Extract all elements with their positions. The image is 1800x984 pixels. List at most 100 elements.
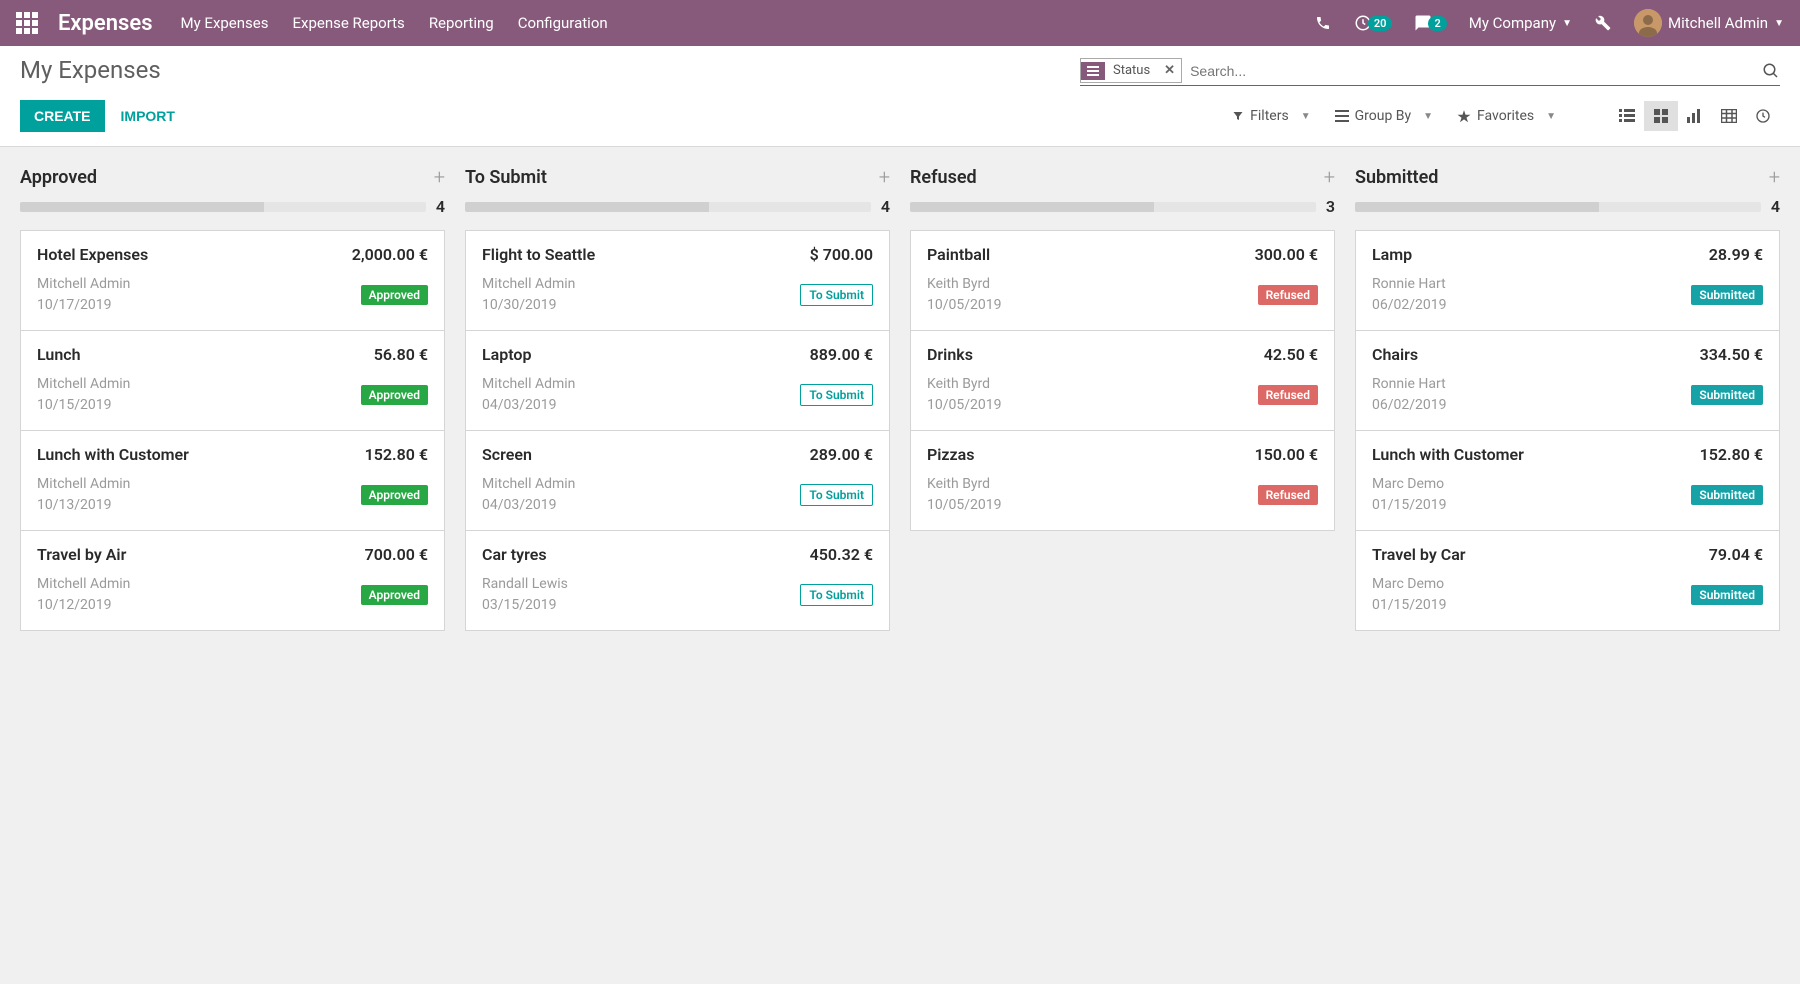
phone-icon[interactable] bbox=[1314, 14, 1332, 32]
menu-my-expenses[interactable]: My Expenses bbox=[181, 14, 269, 32]
card-meta: Mitchell Admin04/03/2019 bbox=[482, 474, 575, 516]
chevron-down-icon: ▼ bbox=[1562, 18, 1572, 29]
column-count: 4 bbox=[436, 197, 445, 216]
search-icon[interactable] bbox=[1762, 62, 1780, 80]
groupby-button[interactable]: Group By ▼ bbox=[1335, 108, 1433, 124]
expense-card[interactable]: Hotel Expenses 2,000.00 € Mitchell Admin… bbox=[21, 231, 444, 331]
card-amount: 150.00 € bbox=[1255, 445, 1318, 464]
debug-icon[interactable] bbox=[1594, 14, 1612, 32]
search-area: Status ✕ bbox=[1080, 56, 1780, 86]
import-button[interactable]: IMPORT bbox=[121, 108, 175, 124]
expense-card[interactable]: Lunch with Customer 152.80 € Mitchell Ad… bbox=[21, 431, 444, 531]
chevron-down-icon: ▼ bbox=[1301, 111, 1311, 122]
column-title: To Submit bbox=[465, 167, 547, 188]
menu-configuration[interactable]: Configuration bbox=[518, 14, 608, 32]
card-amount: 152.80 € bbox=[1700, 445, 1763, 464]
card-amount: 42.50 € bbox=[1264, 345, 1318, 364]
card-meta: Mitchell Admin10/30/2019 bbox=[482, 274, 575, 316]
view-list[interactable] bbox=[1610, 101, 1644, 131]
card-meta: Marc Demo01/15/2019 bbox=[1372, 574, 1447, 616]
column-title: Refused bbox=[910, 167, 977, 188]
expense-card[interactable]: Flight to Seattle $ 700.00 Mitchell Admi… bbox=[466, 231, 889, 331]
card-title: Chairs bbox=[1372, 345, 1418, 364]
expense-card[interactable]: Car tyres 450.32 € Randall Lewis03/15/20… bbox=[466, 531, 889, 630]
expense-card[interactable]: Paintball 300.00 € Keith Byrd10/05/2019 … bbox=[911, 231, 1334, 331]
filters-button[interactable]: Filters ▼ bbox=[1232, 108, 1310, 124]
search-box[interactable]: Status ✕ bbox=[1080, 56, 1780, 86]
card-meta: Mitchell Admin04/03/2019 bbox=[482, 374, 575, 416]
column-title: Approved bbox=[20, 167, 97, 188]
column-add-button[interactable]: + bbox=[434, 165, 445, 189]
card-meta: Keith Byrd10/05/2019 bbox=[927, 474, 1002, 516]
status-badge: Approved bbox=[361, 385, 428, 405]
card-title: Travel by Car bbox=[1372, 545, 1466, 564]
menu-reporting[interactable]: Reporting bbox=[429, 14, 494, 32]
expense-card[interactable]: Chairs 334.50 € Ronnie Hart06/02/2019 Su… bbox=[1356, 331, 1779, 431]
status-badge: Approved bbox=[361, 485, 428, 505]
column-add-button[interactable]: + bbox=[879, 165, 890, 189]
card-title: Hotel Expenses bbox=[37, 245, 148, 264]
nav-right: 20 2 My Company ▼ Mitchell Admin ▼ bbox=[1314, 9, 1784, 37]
column-progress-bar bbox=[465, 202, 871, 212]
view-activity[interactable] bbox=[1746, 101, 1780, 131]
favorites-label: Favorites bbox=[1477, 108, 1534, 124]
list-icon bbox=[1081, 62, 1105, 80]
control-bar: My Expenses Status ✕ CREATE IMPORT bbox=[0, 46, 1800, 147]
expense-card[interactable]: Screen 289.00 € Mitchell Admin04/03/2019… bbox=[466, 431, 889, 531]
filters-label: Filters bbox=[1250, 108, 1289, 124]
card-title: Flight to Seattle bbox=[482, 245, 595, 264]
view-switcher bbox=[1610, 101, 1780, 131]
status-badge: Refused bbox=[1258, 285, 1318, 305]
apps-icon[interactable] bbox=[16, 12, 38, 34]
card-list: Flight to Seattle $ 700.00 Mitchell Admi… bbox=[465, 230, 890, 631]
card-title: Screen bbox=[482, 445, 532, 464]
expense-card[interactable]: Travel by Car 79.04 € Marc Demo01/15/201… bbox=[1356, 531, 1779, 630]
card-meta: Keith Byrd10/05/2019 bbox=[927, 374, 1002, 416]
expense-card[interactable]: Lunch with Customer 152.80 € Marc Demo01… bbox=[1356, 431, 1779, 531]
menu-expense-reports[interactable]: Expense Reports bbox=[292, 14, 404, 32]
card-amount: 79.04 € bbox=[1709, 545, 1763, 564]
top-nav: Expenses My Expenses Expense Reports Rep… bbox=[0, 0, 1800, 46]
status-badge: To Submit bbox=[800, 484, 873, 506]
view-pivot[interactable] bbox=[1712, 101, 1746, 131]
messages-indicator[interactable]: 2 bbox=[1414, 14, 1446, 32]
status-badge: Submitted bbox=[1691, 285, 1763, 305]
create-button[interactable]: CREATE bbox=[20, 100, 105, 132]
card-list: Paintball 300.00 € Keith Byrd10/05/2019 … bbox=[910, 230, 1335, 531]
card-title: Travel by Air bbox=[37, 545, 126, 564]
main-menu: My Expenses Expense Reports Reporting Co… bbox=[181, 14, 608, 32]
chip-remove[interactable]: ✕ bbox=[1158, 63, 1181, 78]
company-switcher[interactable]: My Company ▼ bbox=[1469, 14, 1572, 32]
expense-card[interactable]: Lunch 56.80 € Mitchell Admin10/15/2019 A… bbox=[21, 331, 444, 431]
activity-indicator[interactable]: 20 bbox=[1354, 14, 1393, 32]
status-badge: Submitted bbox=[1691, 585, 1763, 605]
user-name: Mitchell Admin bbox=[1668, 14, 1768, 32]
expense-card[interactable]: Pizzas 150.00 € Keith Byrd10/05/2019 Ref… bbox=[911, 431, 1334, 530]
kanban-column: To Submit + 4 Flight to Seattle $ 700.00… bbox=[465, 165, 890, 631]
status-badge: Refused bbox=[1258, 385, 1318, 405]
chevron-down-icon: ▼ bbox=[1774, 18, 1784, 29]
view-kanban[interactable] bbox=[1644, 101, 1678, 131]
expense-card[interactable]: Drinks 42.50 € Keith Byrd10/05/2019 Refu… bbox=[911, 331, 1334, 431]
search-chip-status[interactable]: Status ✕ bbox=[1080, 58, 1182, 83]
view-graph[interactable] bbox=[1678, 101, 1712, 131]
favorites-button[interactable]: Favorites ▼ bbox=[1457, 108, 1556, 124]
card-list: Hotel Expenses 2,000.00 € Mitchell Admin… bbox=[20, 230, 445, 631]
expense-card[interactable]: Travel by Air 700.00 € Mitchell Admin10/… bbox=[21, 531, 444, 630]
app-brand[interactable]: Expenses bbox=[58, 11, 153, 36]
card-list: Lamp 28.99 € Ronnie Hart06/02/2019 Submi… bbox=[1355, 230, 1780, 631]
card-meta: Marc Demo01/15/2019 bbox=[1372, 474, 1447, 516]
status-badge: Submitted bbox=[1691, 385, 1763, 405]
kanban-column: Submitted + 4 Lamp 28.99 € Ronnie Hart06… bbox=[1355, 165, 1780, 631]
search-input[interactable] bbox=[1182, 59, 1762, 83]
status-badge: Approved bbox=[361, 285, 428, 305]
user-menu[interactable]: Mitchell Admin ▼ bbox=[1634, 9, 1784, 37]
card-meta: Mitchell Admin10/13/2019 bbox=[37, 474, 130, 516]
column-add-button[interactable]: + bbox=[1324, 165, 1335, 189]
kanban-column: Refused + 3 Paintball 300.00 € Keith Byr… bbox=[910, 165, 1335, 531]
expense-card[interactable]: Laptop 889.00 € Mitchell Admin04/03/2019… bbox=[466, 331, 889, 431]
column-add-button[interactable]: + bbox=[1769, 165, 1780, 189]
card-title: Lunch with Customer bbox=[1372, 445, 1524, 464]
status-badge: Approved bbox=[361, 585, 428, 605]
expense-card[interactable]: Lamp 28.99 € Ronnie Hart06/02/2019 Submi… bbox=[1356, 231, 1779, 331]
